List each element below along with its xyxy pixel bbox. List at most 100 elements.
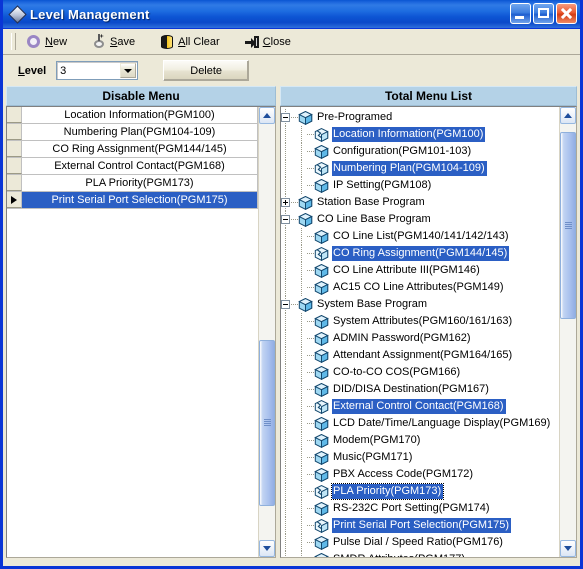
tree-connector-line — [301, 347, 302, 364]
row-label: Numbering Plan(PGM104-109) — [22, 124, 258, 140]
total-menu-tree[interactable]: Pre-Programed Location Information(PGM100… — [281, 107, 559, 557]
row-selector[interactable] — [7, 141, 22, 157]
tree-connector-line — [301, 517, 302, 534]
title-bar: Level Management — [3, 0, 580, 29]
chevron-down-icon[interactable] — [259, 540, 275, 557]
row-selector[interactable] — [7, 124, 22, 140]
maximize-icon[interactable] — [533, 3, 554, 24]
cube-icon — [314, 280, 329, 295]
close-icon[interactable] — [556, 3, 577, 24]
cube-icon — [314, 535, 329, 550]
tree-item[interactable]: CO Line List(PGM140/141/142/143) — [281, 228, 559, 245]
expand-icon[interactable] — [281, 198, 290, 207]
tree-item[interactable]: RS-232C Port Setting(PGM174) — [281, 500, 559, 517]
tree-item[interactable]: LCD Date/Time/Language Display(PGM169) — [281, 415, 559, 432]
cracked-cube-icon — [314, 399, 329, 414]
tree-item-label: Pre-Programed — [317, 111, 393, 123]
row-label: Location Information(PGM100) — [22, 107, 258, 123]
tree-connector-line — [307, 253, 314, 254]
cube-icon — [314, 416, 329, 431]
tree-item[interactable]: CO Line Base Program — [281, 211, 559, 228]
tree-item[interactable]: Modem(PGM170) — [281, 432, 559, 449]
tree-item[interactable]: Music(PGM171) — [281, 449, 559, 466]
all-clear-button-label: All Clear — [178, 35, 220, 48]
toolbar: New Save All Clear Close — [3, 29, 580, 55]
collapse-icon[interactable] — [281, 113, 290, 122]
chevron-down-icon[interactable] — [120, 63, 137, 78]
tree-item[interactable]: PBX Access Code(PGM172) — [281, 466, 559, 483]
tree-item[interactable]: Numbering Plan(PGM104-109) — [281, 160, 559, 177]
table-row[interactable]: Print Serial Port Selection(PGM175) — [7, 192, 258, 209]
disable-menu-grid[interactable]: Location Information(PGM100) Numbering Pl… — [7, 107, 258, 557]
tree-connector-line — [307, 270, 314, 271]
tree-connector-line — [291, 219, 298, 220]
new-button[interactable]: New — [24, 31, 77, 52]
row-selector[interactable] — [7, 158, 22, 174]
minimize-icon[interactable] — [510, 3, 531, 24]
delete-button[interactable]: Delete — [163, 60, 250, 81]
tree-item-label: LCD Date/Time/Language Display(PGM169) — [333, 417, 551, 429]
tree-item[interactable]: ADMIN Password(PGM162) — [281, 330, 559, 347]
tree-item-label: System Base Program — [317, 298, 428, 310]
tree-item-label: Attendant Assignment(PGM164/165) — [333, 349, 513, 361]
table-row[interactable]: Numbering Plan(PGM104-109) — [7, 124, 258, 141]
tree-connector-line — [307, 321, 314, 322]
tree-connector-line — [301, 483, 302, 500]
tree-item[interactable]: AC15 CO Line Attributes(PGM149) — [281, 279, 559, 296]
tree-item-label: CO-to-CO COS(PGM166) — [333, 366, 461, 378]
tree-item[interactable]: IP Setting(PGM108) — [281, 177, 559, 194]
scrollbar-thumb[interactable] — [560, 132, 576, 319]
table-row[interactable]: CO Ring Assignment(PGM144/145) — [7, 141, 258, 158]
row-selector[interactable] — [7, 192, 22, 208]
table-row[interactable]: External Control Contact(PGM168) — [7, 158, 258, 175]
disable-menu-scrollbar[interactable] — [258, 107, 275, 557]
tree-item[interactable]: CO Line Attribute III(PGM146) — [281, 262, 559, 279]
tree-item[interactable]: Print Serial Port Selection(PGM175) — [281, 517, 559, 534]
tree-item[interactable]: Attendant Assignment(PGM164/165) — [281, 347, 559, 364]
tree-item[interactable]: SMDR Attributes(PGM177) — [281, 551, 559, 557]
chevron-up-icon[interactable] — [560, 107, 576, 124]
chevron-up-icon[interactable] — [259, 107, 275, 124]
scrollbar-thumb[interactable] — [259, 340, 275, 506]
cube-icon — [314, 178, 329, 193]
tree-item[interactable]: Location Information(PGM100) — [281, 126, 559, 143]
tree-item[interactable]: System Attributes(PGM160/161/163) — [281, 313, 559, 330]
tree-connector-line — [301, 449, 302, 466]
table-row[interactable]: Location Information(PGM100) — [7, 107, 258, 124]
tree-connector-line — [307, 406, 314, 407]
tree-item[interactable]: Configuration(PGM101-103) — [281, 143, 559, 160]
chevron-down-icon[interactable] — [560, 540, 576, 557]
tree-item[interactable]: CO-to-CO COS(PGM166) — [281, 364, 559, 381]
close-button[interactable]: Close — [242, 31, 301, 52]
cube-icon — [314, 263, 329, 278]
all-clear-button[interactable]: All Clear — [157, 31, 230, 52]
tree-item[interactable]: CO Ring Assignment(PGM144/145) — [281, 245, 559, 262]
tree-item[interactable]: DID/DISA Destination(PGM167) — [281, 381, 559, 398]
tree-connector-line — [301, 432, 302, 449]
collapse-icon[interactable] — [281, 300, 290, 309]
tree-item[interactable]: Pre-Programed — [281, 109, 559, 126]
tree-item[interactable]: External Control Contact(PGM168) — [281, 398, 559, 415]
save-button[interactable]: Save — [89, 31, 145, 52]
table-row[interactable]: PLA Priority(PGM173) — [7, 175, 258, 192]
tree-item[interactable]: System Base Program — [281, 296, 559, 313]
tree-connector-line — [301, 177, 302, 194]
collapse-icon[interactable] — [281, 215, 290, 224]
tree-item[interactable]: Station Base Program — [281, 194, 559, 211]
tree-item-label: PBX Access Code(PGM172) — [333, 468, 474, 480]
tree-item[interactable]: Pulse Dial / Speed Ratio(PGM176) — [281, 534, 559, 551]
row-selector[interactable] — [7, 175, 22, 191]
level-select[interactable]: 3 — [56, 61, 139, 80]
row-selector[interactable] — [7, 107, 22, 123]
tree-item[interactable]: PLA Priority(PGM173) — [281, 483, 559, 500]
disable-menu-header: Disable Menu — [6, 86, 276, 106]
tree-item-label: PLA Priority(PGM173) — [330, 483, 445, 500]
disable-menu-panel: Location Information(PGM100) Numbering Pl… — [6, 106, 276, 558]
total-menu-scrollbar[interactable] — [559, 107, 576, 557]
